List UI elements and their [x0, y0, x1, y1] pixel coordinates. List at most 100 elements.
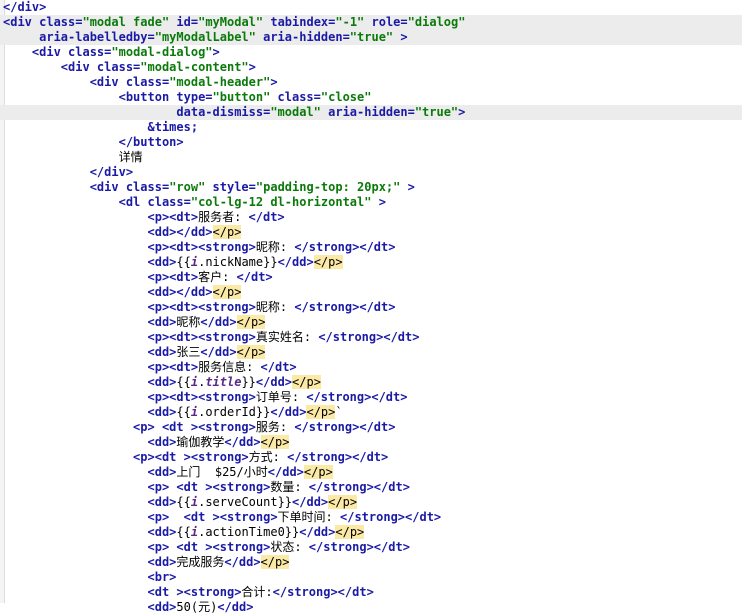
- code-line[interactable]: <div class="modal fade" id="myModal" tab…: [0, 15, 742, 30]
- code-token: "modal-dialog": [111, 45, 213, 59]
- code-token: class=: [96, 60, 141, 74]
- code-token: 客户:: [198, 270, 237, 284]
- code-line[interactable]: <dd>上门 $25/小时</dd></p>: [0, 465, 742, 480]
- code-token: <dd>: [147, 555, 177, 569]
- code-line[interactable]: <dd>瑜伽教学</dd></p>: [0, 435, 742, 450]
- code-token: "modal-content": [140, 60, 249, 74]
- code-token: </dd>: [200, 345, 237, 359]
- code-token: </strong></dt>: [294, 300, 396, 314]
- code-line[interactable]: <p> <dt ><strong>状态: </strong></dt>: [0, 540, 742, 555]
- code-area[interactable]: </div> <div class="modal fade" id="myModa…: [0, 0, 742, 615]
- code-token: </p>: [212, 225, 242, 239]
- code-token: aria-hidden=: [320, 105, 415, 119]
- code-line[interactable]: <p><dt><strong>真实姓名: </strong></dt>: [0, 330, 742, 345]
- code-token: </strong></dt>: [318, 330, 420, 344]
- code-token: </div>: [3, 0, 47, 14]
- code-line[interactable]: <p> <dt ><strong>数量: </strong></dt>: [0, 480, 742, 495]
- code-line[interactable]: <div class="modal-content">: [0, 60, 742, 75]
- code-token: role=: [364, 15, 408, 29]
- code-line[interactable]: <dd>{{i.nickName}}</dd></p>: [0, 255, 742, 270]
- code-line[interactable]: <button type="button" class="close": [0, 90, 742, 105]
- code-line[interactable]: </button>: [0, 135, 742, 150]
- code-token: </p>: [212, 285, 242, 299]
- code-token: </dt>: [260, 360, 297, 374]
- code-token: >: [270, 75, 278, 89]
- code-token: .nickName}}: [198, 255, 278, 269]
- code-token: &times;: [147, 120, 199, 134]
- code-token: </dd>: [270, 405, 307, 419]
- code-line[interactable]: <div class="modal-header">: [0, 75, 742, 90]
- code-line[interactable]: <br>: [0, 570, 742, 585]
- code-token: class=: [125, 180, 170, 194]
- code-token: >: [393, 30, 408, 44]
- code-line[interactable]: <div class="modal-dialog">: [0, 45, 742, 60]
- code-line[interactable]: </div>: [0, 165, 742, 180]
- code-token: "modal": [270, 105, 321, 119]
- code-line[interactable]: <dd>{{i.orderId}}</dd></p>`: [0, 405, 742, 420]
- code-line[interactable]: <dd>{{i.title}}</dd></p>: [0, 375, 742, 390]
- code-token: "row": [169, 180, 206, 194]
- code-line[interactable]: <p><dt><strong>昵称: </strong></dt>: [0, 240, 742, 255]
- code-token: <div: [3, 15, 40, 29]
- code-line[interactable]: <p><dt>服务信息: </dt>: [0, 360, 742, 375]
- code-line[interactable]: &times;: [0, 120, 742, 135]
- code-token: <dt ><strong>: [147, 585, 242, 599]
- code-token: i: [190, 525, 199, 539]
- code-token: class=: [68, 45, 112, 59]
- code-token: >: [248, 60, 256, 74]
- code-editor[interactable]: </div> <div class="modal fade" id="myModa…: [0, 0, 742, 614]
- code-line[interactable]: <p> <dt ><strong>下单时间: </strong></dt>: [0, 510, 742, 525]
- code-line[interactable]: data-dismiss="modal" aria-hidden="true">: [0, 105, 742, 120]
- code-token: "true": [414, 105, 459, 119]
- code-line[interactable]: <p> <dt ><strong>服务: </strong></dt>: [0, 420, 742, 435]
- code-token: aria-hidden=: [255, 30, 350, 44]
- code-token: data-dismiss=: [176, 105, 271, 119]
- code-token: </button>: [118, 135, 184, 149]
- code-token: <dd>: [147, 255, 177, 269]
- code-token: tabindex=: [263, 15, 336, 29]
- code-line[interactable]: <p><dt><strong>昵称: </strong></dt>: [0, 300, 742, 315]
- code-token: <p> <dt ><strong>: [147, 540, 271, 554]
- code-line[interactable]: <div class="row" style="padding-top: 20p…: [0, 180, 742, 195]
- code-line[interactable]: <p><dt ><strong>方式: </strong></dt>: [0, 450, 742, 465]
- code-token: <br>: [147, 570, 177, 584]
- code-token: i: [190, 255, 199, 269]
- code-line[interactable]: <dd>张三</dd></p>: [0, 345, 742, 360]
- code-line[interactable]: <p><dt><strong>订单号: </strong></dt>: [0, 390, 742, 405]
- code-line[interactable]: <dd>昵称</dd></p>: [0, 315, 742, 330]
- code-line[interactable]: <dd>{{i.actionTime0}}</dd></p>: [0, 525, 742, 540]
- code-line[interactable]: <dd>{{i.serveCount}}</dd></p>: [0, 495, 742, 510]
- code-line[interactable]: <p><dt>服务者: </dt>: [0, 210, 742, 225]
- code-line[interactable]: <dt ><strong>合计:</strong></dt>: [0, 585, 742, 600]
- code-token: </dd>: [224, 435, 261, 449]
- code-token: 50(元): [176, 600, 218, 614]
- code-line[interactable]: <dd></dd></p>: [0, 285, 742, 300]
- code-line[interactable]: <p><dt>客户: </dt>: [0, 270, 742, 285]
- code-token: {{: [176, 255, 191, 269]
- code-line[interactable]: <dd>50(元)</dd>: [0, 600, 742, 615]
- code-line[interactable]: 详情: [0, 150, 742, 165]
- code-line[interactable]: </div>: [0, 0, 742, 15]
- code-line[interactable]: aria-labelledby="myModalLabel" aria-hidd…: [0, 30, 742, 45]
- code-token: 完成服务: [176, 555, 225, 569]
- code-line[interactable]: <dd></dd></p>: [0, 225, 742, 240]
- code-line[interactable]: <dd>完成服务</dd></p>: [0, 555, 742, 570]
- code-token: <p><dt>: [147, 270, 199, 284]
- code-token: <button: [118, 90, 177, 104]
- code-line[interactable]: <dl class="col-lg-12 dl-horizontal" >: [0, 195, 742, 210]
